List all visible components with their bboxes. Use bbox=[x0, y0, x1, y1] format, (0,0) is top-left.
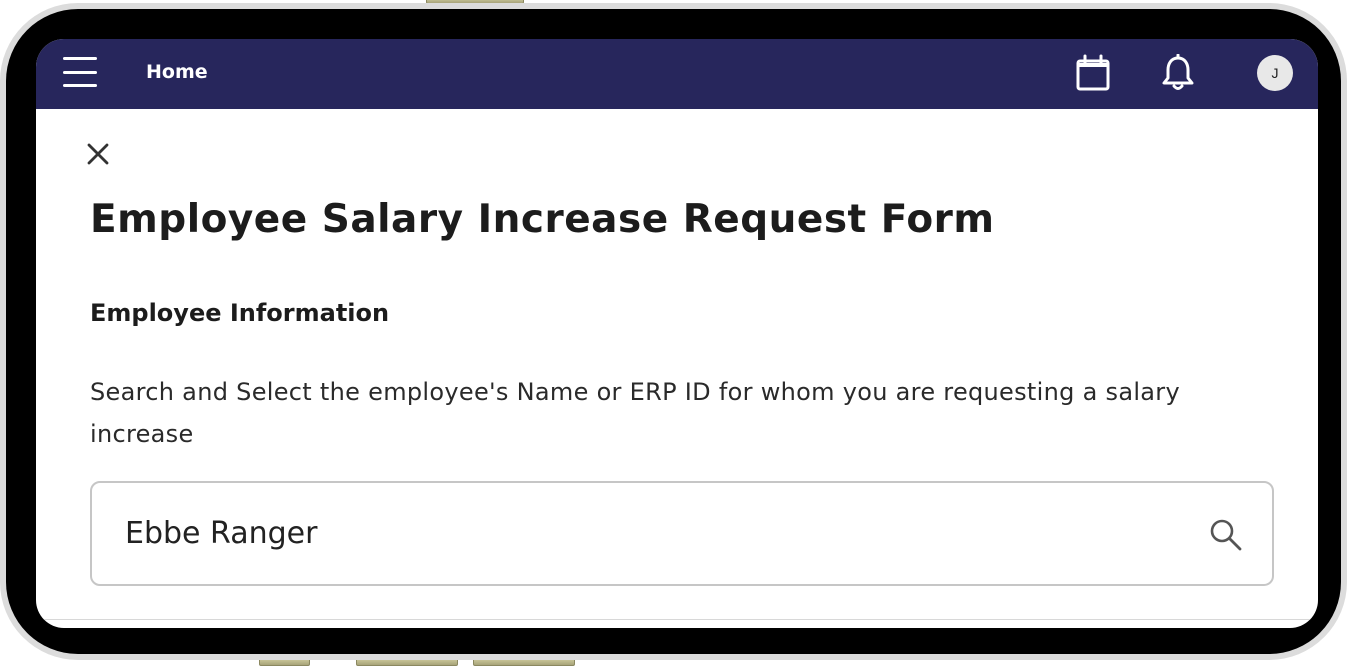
search-icon[interactable] bbox=[1208, 517, 1244, 553]
device-frame: Home J Employee Salary Increase Request … bbox=[0, 3, 1347, 660]
home-link[interactable]: Home bbox=[146, 61, 208, 83]
employee-search-input[interactable] bbox=[123, 503, 1173, 564]
bell-icon[interactable] bbox=[1160, 53, 1196, 92]
top-navigation-bar: Home J bbox=[36, 39, 1318, 109]
close-icon[interactable] bbox=[84, 140, 112, 168]
app-screen: Home J Employee Salary Increase Request … bbox=[36, 39, 1318, 628]
device-bezel: Home J Employee Salary Increase Request … bbox=[6, 9, 1341, 654]
employee-search-box bbox=[90, 481, 1274, 586]
content-divider bbox=[36, 619, 1318, 620]
section-title-employee-information: Employee Information bbox=[90, 299, 390, 327]
search-instructions: Search and Select the employee's Name or… bbox=[90, 378, 1180, 448]
calendar-icon[interactable] bbox=[1075, 54, 1111, 92]
user-avatar[interactable]: J bbox=[1257, 55, 1293, 91]
form-title: Employee Salary Increase Request Form bbox=[90, 197, 995, 242]
hamburger-menu-icon[interactable] bbox=[63, 57, 97, 87]
